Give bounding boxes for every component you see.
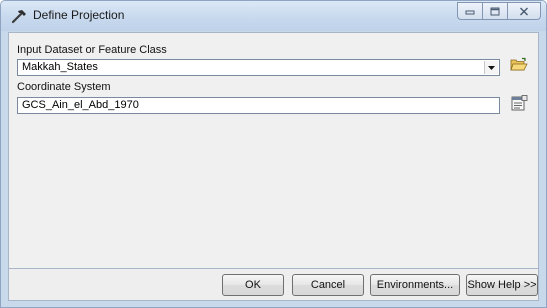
input-dataset-value: Makkah_States (22, 61, 98, 73)
hammer-icon (10, 8, 28, 24)
define-projection-window: Define Projection Input Dataset or Featu… (0, 0, 547, 308)
coordinate-system-field[interactable]: GCS_Ain_el_Abd_1970 (17, 97, 500, 114)
dialog-body: Input Dataset or Feature Class Makkah_St… (8, 32, 539, 269)
maximize-icon (490, 7, 500, 16)
cancel-button[interactable]: Cancel (292, 274, 364, 296)
coordinate-system-value: GCS_Ain_el_Abd_1970 (22, 99, 139, 111)
input-dataset-label: Input Dataset or Feature Class (17, 44, 167, 56)
title-bar[interactable]: Define Projection (1, 1, 546, 31)
window-controls (457, 2, 541, 20)
properties-icon (511, 94, 528, 116)
input-dataset-combobox[interactable]: Makkah_States (17, 59, 500, 76)
close-icon (519, 7, 529, 16)
dialog-footer: OK Cancel Environments... Show Help >> (8, 269, 539, 301)
coordinate-system-label: Coordinate System (17, 81, 111, 93)
coordinate-system-properties-button[interactable] (508, 94, 530, 116)
browse-button[interactable] (508, 57, 530, 77)
minimize-button[interactable] (457, 2, 483, 20)
minimize-icon (465, 7, 475, 15)
close-button[interactable] (507, 2, 541, 20)
open-folder-icon (510, 57, 528, 77)
dropdown-arrow-icon[interactable] (484, 61, 498, 74)
show-help-button[interactable]: Show Help >> (466, 274, 538, 296)
ok-button[interactable]: OK (222, 274, 284, 296)
window-title: Define Projection (33, 8, 125, 22)
environments-button[interactable]: Environments... (370, 274, 460, 296)
maximize-button[interactable] (482, 2, 508, 20)
